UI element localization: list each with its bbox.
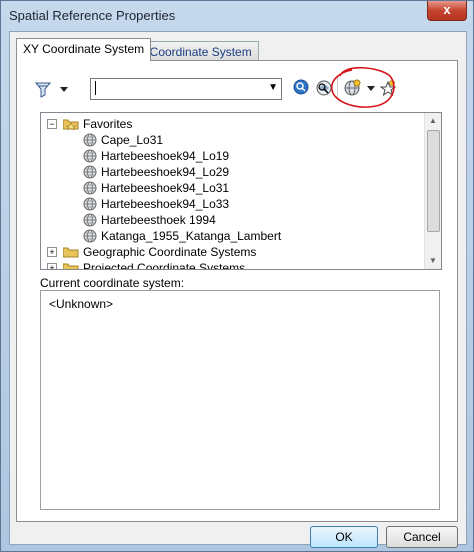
folder-icon xyxy=(63,263,79,269)
coordinate-system-tree[interactable]: − Favorites Cape_Lo31 Hartebeeshoek94_Lo… xyxy=(40,112,442,270)
current-coordinate-system-box[interactable]: <Unknown> xyxy=(40,290,440,510)
globe-add-icon xyxy=(344,79,375,96)
globe-icon xyxy=(83,197,97,211)
expand-icon[interactable]: + xyxy=(47,247,57,257)
globe-icon xyxy=(83,181,97,195)
collapse-icon[interactable]: − xyxy=(47,119,57,129)
locate-icon xyxy=(316,80,332,96)
current-coordinate-system-label: Current coordinate system: xyxy=(40,276,185,290)
tree-label: Hartebeeshoek94_Lo33 xyxy=(101,197,230,211)
text-caret xyxy=(95,81,96,95)
toolbar-separator xyxy=(337,76,338,100)
list-item[interactable]: Hartebeeshoek94_Lo31 xyxy=(83,180,383,196)
list-item[interactable]: Hartebeeshoek94_Lo33 xyxy=(83,196,383,212)
tree-label: Favorites xyxy=(83,117,133,131)
search-combo[interactable]: ▼ xyxy=(90,78,282,100)
tree-node-geographic[interactable]: + Geographic Coordinate Systems xyxy=(47,244,407,260)
scroll-thumb[interactable] xyxy=(427,130,440,232)
current-coordinate-system-value: <Unknown> xyxy=(49,297,114,311)
chevron-down-icon[interactable]: ▼ xyxy=(268,82,278,93)
globe-icon xyxy=(83,133,97,147)
tree-node-projected[interactable]: + Projected Coordinate Systems xyxy=(47,260,407,270)
tree-label: Cape_Lo31 xyxy=(101,133,164,147)
dialog-client: XY Coordinate System Z Coordinate System… xyxy=(9,31,467,548)
search-button[interactable] xyxy=(292,78,310,96)
dialog-window: Spatial Reference Properties x XY Coordi… xyxy=(0,0,474,552)
add-coordinate-system-button[interactable] xyxy=(343,79,381,97)
tree-label: Geographic Coordinate Systems xyxy=(83,245,257,259)
globe-icon xyxy=(83,229,97,243)
list-item[interactable]: Hartebeeshoek94_Lo29 xyxy=(83,164,383,180)
ok-button[interactable]: OK xyxy=(310,526,378,548)
globe-icon xyxy=(83,149,97,163)
list-item[interactable]: Katanga_1955_Katanga_Lambert xyxy=(83,228,383,244)
scroll-up-icon[interactable]: ▲ xyxy=(425,113,441,129)
tree-label: Hartebeeshoek94_Lo29 xyxy=(101,165,230,179)
star-icon xyxy=(379,80,397,97)
tree-label: Hartebeesthoek 1994 xyxy=(101,213,216,227)
cancel-button[interactable]: Cancel xyxy=(386,526,458,548)
list-item[interactable]: Hartebeeshoek94_Lo19 xyxy=(83,148,383,164)
tree-node-favorites[interactable]: − Favorites xyxy=(47,116,347,132)
tree-label: Projected Coordinate Systems xyxy=(83,261,246,270)
filter-button[interactable] xyxy=(30,78,72,100)
add-favorite-button[interactable] xyxy=(379,79,397,97)
tree-label: Hartebeeshoek94_Lo19 xyxy=(101,149,230,163)
title-bar[interactable]: Spatial Reference Properties x xyxy=(1,1,473,31)
filter-icon xyxy=(34,82,68,98)
folder-icon xyxy=(63,247,79,258)
tree-scrollbar[interactable]: ▲ ▼ xyxy=(424,113,441,269)
locate-button[interactable] xyxy=(314,78,334,98)
globe-icon xyxy=(83,165,97,179)
tab-xy-coordinate-system[interactable]: XY Coordinate System xyxy=(16,38,152,61)
window-title: Spatial Reference Properties xyxy=(9,8,176,23)
expand-icon[interactable]: + xyxy=(47,263,57,269)
list-item[interactable]: Cape_Lo31 xyxy=(83,132,383,148)
search-icon xyxy=(293,79,309,95)
close-button[interactable]: x xyxy=(427,1,467,21)
tree-label: Hartebeeshoek94_Lo31 xyxy=(101,181,230,195)
list-item[interactable]: Hartebeesthoek 1994 xyxy=(83,212,383,228)
tree-label: Katanga_1955_Katanga_Lambert xyxy=(101,229,282,243)
globe-icon xyxy=(83,213,97,227)
scroll-down-icon[interactable]: ▼ xyxy=(425,253,441,269)
favorites-folder-icon xyxy=(63,119,79,130)
